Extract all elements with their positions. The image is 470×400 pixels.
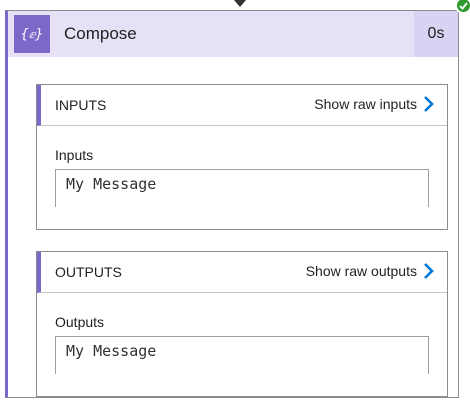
duration-badge: 0s — [414, 11, 458, 57]
connector-arrow-icon — [234, 0, 246, 7]
chevron-right-icon — [424, 96, 434, 112]
outputs-section-header: OUTPUTS Show raw outputs — [37, 252, 447, 293]
compose-icon: {ⅇ} — [14, 15, 50, 53]
show-raw-outputs-label: Show raw outputs — [305, 263, 417, 279]
outputs-field-label: Outputs — [55, 314, 105, 330]
action-title: Compose — [64, 24, 137, 43]
inputs-section: INPUTS Show raw inputs Inputs My Message — [36, 84, 448, 230]
inputs-section-title: INPUTS — [55, 97, 107, 113]
compose-action-card: {ⅇ} Compose 0s INPUTS Show raw inputs In… — [5, 10, 459, 398]
inputs-value-box[interactable]: My Message — [55, 169, 429, 207]
outputs-section-title: OUTPUTS — [55, 264, 122, 280]
action-header[interactable]: {ⅇ} Compose 0s — [8, 11, 458, 57]
chevron-right-icon — [424, 263, 434, 279]
show-raw-inputs-label: Show raw inputs — [314, 96, 417, 112]
checkmark-icon — [459, 1, 468, 10]
success-check-icon — [455, 0, 470, 14]
show-raw-inputs-link[interactable]: Show raw inputs — [314, 96, 435, 112]
show-raw-outputs-link[interactable]: Show raw outputs — [306, 263, 435, 279]
outputs-value-box[interactable]: My Message — [55, 336, 429, 374]
inputs-section-header: INPUTS Show raw inputs — [37, 85, 447, 126]
outputs-section: OUTPUTS Show raw outputs Outputs My Mess… — [36, 251, 448, 397]
inputs-field-label: Inputs — [55, 147, 94, 163]
